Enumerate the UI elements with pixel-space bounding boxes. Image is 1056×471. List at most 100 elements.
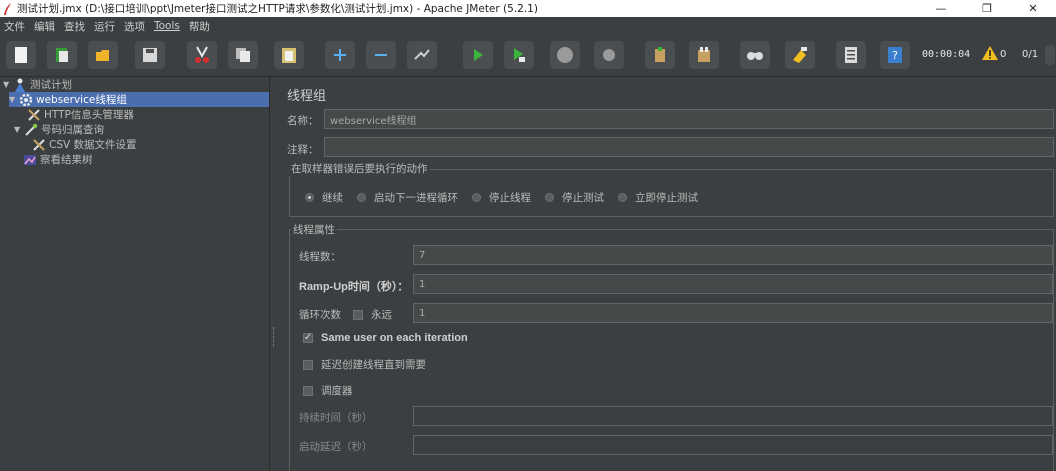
forever-checkbox[interactable]: 永远 <box>353 307 392 322</box>
expander-icon[interactable]: ▼ <box>3 80 11 89</box>
toggle-button[interactable] <box>407 41 437 69</box>
threads-field[interactable]: 7 <box>413 245 1053 265</box>
menu-edit[interactable]: 编辑 <box>34 19 55 34</box>
close-button[interactable]: ✕ <box>1010 0 1056 17</box>
checkbox[interactable] <box>303 385 313 396</box>
start-icon <box>474 49 483 61</box>
delay-thread-creation-checkbox[interactable]: 延迟创建线程直到需要 <box>303 357 426 372</box>
same-user-checkbox[interactable]: ✓ Same user on each iteration <box>303 332 468 344</box>
tree-item-thread-group[interactable]: ▼ webservice线程组 <box>9 92 269 107</box>
clear-button[interactable] <box>645 41 675 69</box>
divider-grip[interactable] <box>273 327 275 347</box>
checkbox[interactable] <box>353 309 363 320</box>
function-helper-button[interactable] <box>836 41 866 69</box>
thread-group-panel: 线程组 名称： webservice线程组 注释： 在取样器错误后要执行的动作 … <box>277 77 1056 471</box>
radio-button[interactable] <box>357 193 366 202</box>
expander-icon[interactable]: ▼ <box>14 125 22 134</box>
duration-label: 持续时间（秒） <box>299 412 373 424</box>
minimize-button[interactable]: — <box>918 0 964 17</box>
radio-button[interactable] <box>305 193 314 202</box>
tree-item-header-manager[interactable]: HTTP信息头管理器 <box>27 107 134 122</box>
stop-button[interactable] <box>550 41 580 69</box>
toggle-icon <box>414 49 430 60</box>
copy-button[interactable] <box>228 41 258 69</box>
warning-icon[interactable] <box>982 46 998 60</box>
tree-item-test-plan[interactable]: ▼ 测试计划 <box>3 77 72 92</box>
tree-item-label: webservice线程组 <box>36 94 127 106</box>
clear-all-button[interactable] <box>689 41 719 69</box>
rampup-field[interactable]: 1 <box>413 274 1053 294</box>
checkbox-label: 永远 <box>371 309 392 321</box>
paste-button[interactable] <box>274 41 304 69</box>
comment-field[interactable] <box>324 137 1054 157</box>
cut-button[interactable] <box>187 41 217 69</box>
radio-label: 启动下一进程循环 <box>374 192 458 204</box>
thread-properties-title: 线程属性 <box>291 222 337 237</box>
radio-stop-test[interactable]: 停止测试 <box>545 190 604 205</box>
radio-continue[interactable]: 继续 <box>305 190 343 205</box>
reset-search-button[interactable] <box>785 41 815 69</box>
help-icon: ? <box>888 47 902 63</box>
checkbox-label: 延迟创建线程直到需要 <box>321 359 426 371</box>
error-action-options: 继续 启动下一进程循环 停止线程 停止测试 立即停止测试 <box>305 190 712 205</box>
open-button[interactable] <box>88 41 118 69</box>
error-action-title: 在取样器错误后要执行的动作 <box>289 161 430 176</box>
shutdown-button[interactable] <box>594 41 624 69</box>
open-icon <box>96 50 109 61</box>
menu-file[interactable]: 文件 <box>4 19 25 34</box>
checkbox[interactable]: ✓ <box>303 333 313 343</box>
new-icon <box>15 47 27 63</box>
sampler-icon <box>24 123 38 137</box>
menu-tools[interactable]: Tools <box>154 20 180 32</box>
expander-icon[interactable]: ▼ <box>9 95 17 104</box>
save-icon <box>143 48 157 62</box>
radio-stop-test-now[interactable]: 立即停止测试 <box>618 190 698 205</box>
scheduler-checkbox[interactable]: 调度器 <box>303 383 353 398</box>
templates-button[interactable] <box>47 41 77 69</box>
search-button[interactable] <box>740 41 770 69</box>
checkbox-label: 调度器 <box>321 385 353 397</box>
collapse-all-button[interactable] <box>366 41 396 69</box>
tree-item-label: 察看结果树 <box>40 154 93 166</box>
panel-title: 线程组 <box>287 89 327 104</box>
expand-all-button[interactable] <box>325 41 355 69</box>
name-field[interactable]: webservice线程组 <box>324 109 1054 129</box>
jmeter-feather-icon <box>4 2 11 15</box>
maximize-button[interactable]: ❐ <box>964 0 1010 17</box>
tool-icon <box>27 108 41 122</box>
name-label: 名称： <box>287 115 319 127</box>
save-button[interactable] <box>135 41 165 69</box>
menu-run[interactable]: 运行 <box>94 19 115 34</box>
menu-options[interactable]: 选项 <box>124 19 145 34</box>
reset-search-icon <box>793 47 807 63</box>
tree-item-label: CSV 数据文件设置 <box>49 139 137 151</box>
duration-field[interactable] <box>413 406 1053 426</box>
toolbar-overflow-button[interactable] <box>1045 45 1055 65</box>
checkbox-label: Same user on each iteration <box>321 332 468 344</box>
menu-help[interactable]: 帮助 <box>189 19 210 34</box>
clear-all-icon <box>698 47 710 62</box>
radio-button[interactable] <box>472 193 481 202</box>
window-title: 测试计划.jmx (D:\接口培训\ppt\Jmeter接口测试之HTTP请求\… <box>17 3 538 15</box>
tree-item-csv-config[interactable]: CSV 数据文件设置 <box>32 137 137 152</box>
loop-count-label: 循环次数 <box>299 309 341 321</box>
checkbox[interactable] <box>303 359 313 370</box>
window-title-bar: 测试计划.jmx (D:\接口培训\ppt\Jmeter接口测试之HTTP请求\… <box>0 0 1056 17</box>
radio-stop-thread[interactable]: 停止线程 <box>472 190 531 205</box>
startup-delay-field[interactable] <box>413 435 1053 455</box>
radio-button[interactable] <box>545 193 554 202</box>
radio-start-next-loop[interactable]: 启动下一进程循环 <box>357 190 458 205</box>
start-no-pauses-button[interactable] <box>504 41 534 69</box>
start-button[interactable] <box>463 41 493 69</box>
warning-count: 0 <box>1000 49 1007 60</box>
loop-count-field[interactable]: 1 <box>413 303 1053 323</box>
test-plan-tree: ▼ 测试计划 ▼ webservice线程组 HTTP信息头管理器 ▼ 号码归属… <box>0 77 270 471</box>
help-button[interactable]: ? <box>880 41 910 69</box>
radio-button[interactable] <box>618 193 627 202</box>
tree-item-sampler[interactable]: ▼ 号码归属查询 <box>14 122 104 137</box>
new-button[interactable] <box>6 41 36 69</box>
menu-search[interactable]: 查找 <box>64 19 85 34</box>
active-threads: 0/1 <box>1022 49 1039 60</box>
tree-item-results-tree[interactable]: 察看结果树 <box>23 152 93 167</box>
svg-text:?: ? <box>892 49 898 62</box>
